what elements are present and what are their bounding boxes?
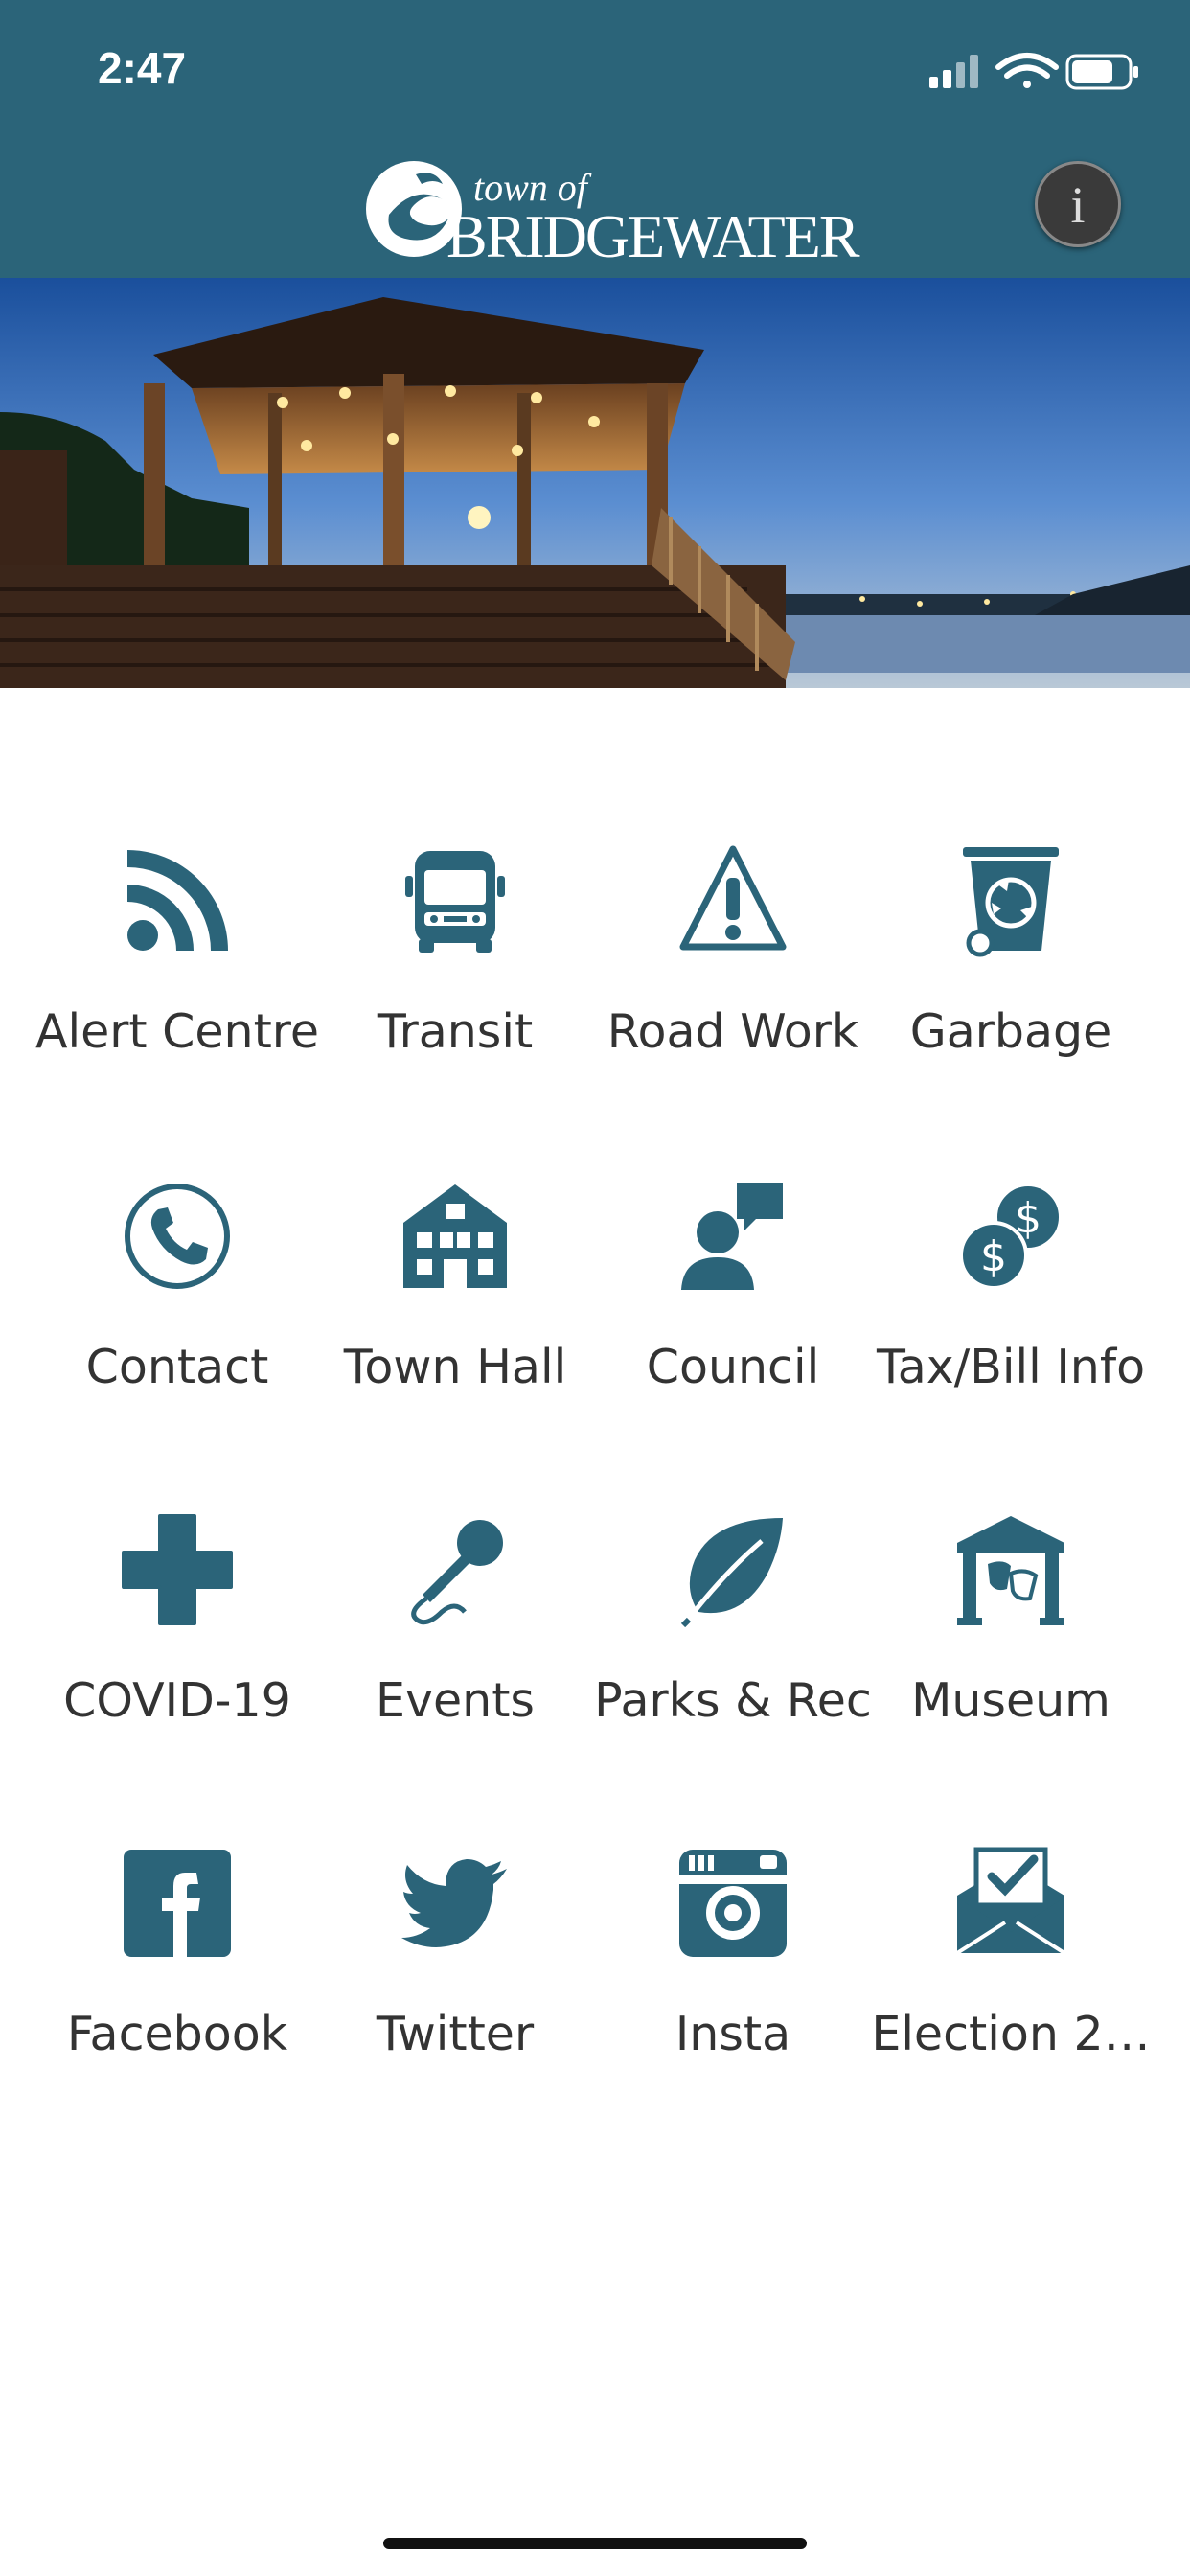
signal-icon <box>929 55 978 88</box>
warning-icon <box>679 845 787 951</box>
tile-insta[interactable]: Insta <box>594 1846 872 2114</box>
phone-icon <box>125 1184 230 1289</box>
home-indicator[interactable] <box>383 2538 807 2549</box>
tile-label: Road Work <box>606 1004 859 1059</box>
ballot-envelope-icon <box>955 1847 1066 1955</box>
tile-council[interactable]: Council <box>594 1179 872 1447</box>
tile-label: Town Hall <box>343 1340 567 1394</box>
rss-icon <box>126 850 228 952</box>
logo-name-text: BRIDGEWATER <box>446 202 860 270</box>
tile-contact[interactable]: Contact <box>38 1179 316 1447</box>
tile-twitter[interactable]: Twitter <box>316 1846 594 2114</box>
tile-transit[interactable]: Transit <box>316 843 594 1112</box>
cross-icon <box>122 1514 233 1625</box>
tile-label: Alert Centre <box>34 1004 320 1059</box>
battery-icon <box>1065 54 1138 90</box>
tile-label: Museum <box>911 1673 1110 1728</box>
speaker-icon <box>681 1183 783 1290</box>
museum-icon <box>957 1516 1064 1625</box>
tile-label: Tax/Bill Info <box>876 1340 1146 1394</box>
tile-garbage[interactable]: Garbage <box>872 843 1150 1112</box>
tile-alert-centre[interactable]: Alert Centre <box>35 843 319 1112</box>
tile-covid-19[interactable]: COVID-19 <box>38 1512 316 1781</box>
tile-label: Facebook <box>66 2007 288 2061</box>
instagram-icon <box>679 1850 787 1957</box>
wifi-icon <box>995 53 1059 88</box>
tile-label: Insta <box>675 2007 791 2061</box>
tile-road-work[interactable]: Road Work <box>594 843 872 1112</box>
tile-museum[interactable]: Museum <box>872 1512 1150 1781</box>
hero-image <box>0 278 1190 688</box>
svg-text:$: $ <box>980 1232 1007 1281</box>
status-bar-icons <box>929 50 1150 98</box>
tile-label: Events <box>376 1673 535 1728</box>
tile-label: Election 2… <box>871 2007 1151 2061</box>
tile-label: Twitter <box>376 2007 535 2061</box>
tile-label: Transit <box>377 1004 534 1059</box>
status-time: 2:47 <box>98 43 187 93</box>
info-button[interactable]: i <box>1035 161 1121 247</box>
tile-label: Contact <box>85 1340 269 1394</box>
dollar-coins-icon: $ $ <box>959 1183 1063 1290</box>
tile-tax-bill-info[interactable]: $ $ Tax/Bill Info <box>872 1179 1150 1447</box>
app-header: 2:47 town of BRIDGEWATER i <box>0 0 1190 278</box>
town-logo: town of BRIDGEWATER <box>360 155 860 270</box>
twitter-icon <box>401 1859 507 1947</box>
tile-label: COVID-19 <box>63 1673 291 1728</box>
tile-label: Council <box>646 1340 820 1394</box>
tile-town-hall[interactable]: Town Hall <box>316 1179 594 1447</box>
tile-parks-rec[interactable]: Parks & Rec <box>594 1512 872 1781</box>
tile-facebook[interactable]: Facebook <box>38 1846 316 2114</box>
tile-election[interactable]: Election 2… <box>871 1846 1151 2114</box>
building-icon <box>403 1184 507 1288</box>
info-icon: i <box>1070 176 1086 234</box>
microphone-icon <box>411 1520 503 1625</box>
leaf-icon <box>680 1518 783 1627</box>
recycle-bin-icon <box>963 847 1059 957</box>
tile-label: Garbage <box>909 1004 1112 1059</box>
bus-icon <box>405 851 505 953</box>
tile-events[interactable]: Events <box>316 1512 594 1781</box>
tile-label: Parks & Rec <box>594 1673 872 1728</box>
facebook-icon <box>124 1850 231 1957</box>
